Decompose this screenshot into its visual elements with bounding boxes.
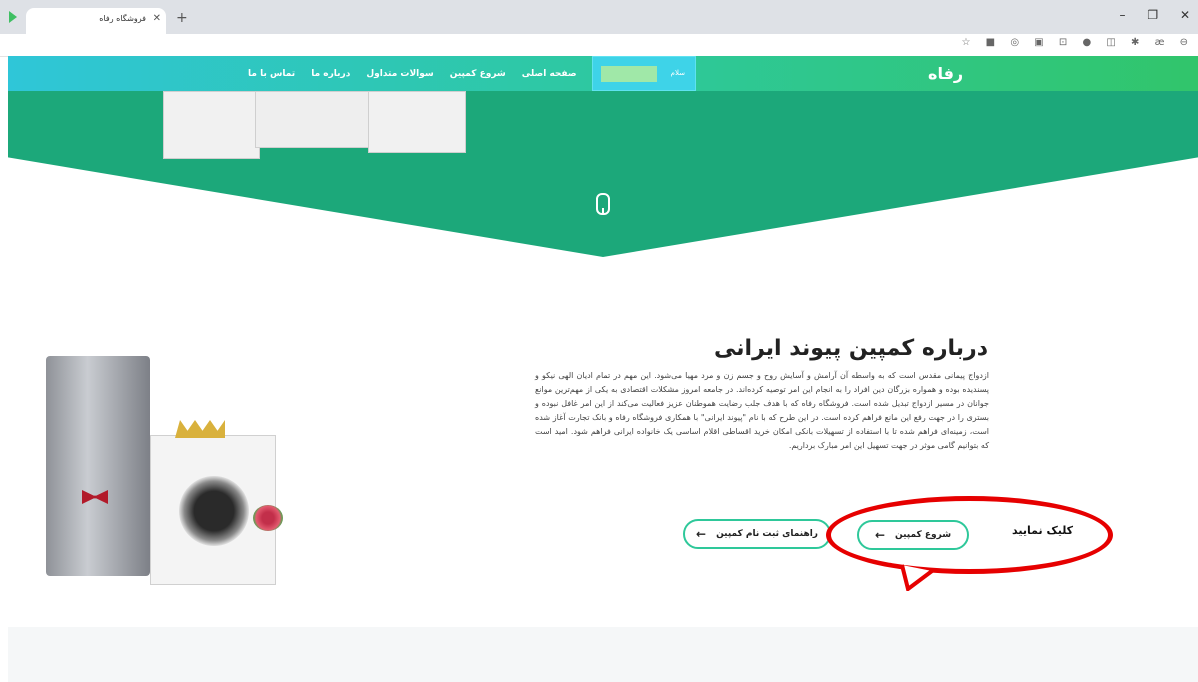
maximize-icon[interactable]: ❐	[1147, 8, 1158, 22]
annotation-label: کلیک نمایید	[1012, 524, 1074, 537]
site-navbar: صفحه اصلی شروع کمپین سوالات متداول دربار…	[8, 56, 1198, 91]
nav-link-about[interactable]: درباره ما	[311, 69, 350, 79]
registration-guide-button[interactable]: راهنمای ثبت نام کمپین ←	[683, 519, 831, 549]
arrow-left-icon: ←	[696, 527, 707, 541]
crown-decoration	[175, 420, 225, 438]
new-tab-button[interactable]: +	[176, 10, 188, 26]
bookmark-star-icon[interactable]: ☆	[962, 37, 973, 48]
extension-icon[interactable]: ▣	[1034, 37, 1045, 48]
extension-icon[interactable]: ⊡	[1059, 37, 1069, 48]
close-icon[interactable]: ✕	[1180, 8, 1190, 22]
flower-bouquet-decoration	[253, 505, 283, 531]
address-bar: ☆ ■ ◎ ▣ ⊡ ● ◫ ✱ æ ⊖	[0, 34, 1198, 57]
tab-close-icon[interactable]: ✕	[153, 13, 161, 24]
nav-link-faq[interactable]: سوالات متداول	[366, 69, 433, 79]
nav-link-home[interactable]: صفحه اصلی	[522, 69, 577, 79]
minimize-icon[interactable]: –	[1120, 8, 1126, 22]
nav-links: صفحه اصلی شروع کمپین سوالات متداول دربار…	[248, 56, 577, 91]
window-controls: – ❐ ✕	[1102, 8, 1190, 22]
extension-toolbar: ☆ ■ ◎ ▣ ⊡ ● ◫ ✱ æ ⊖	[954, 37, 1190, 48]
extension-icon[interactable]: ■	[986, 37, 997, 48]
profile-icon[interactable]: ⊖	[1180, 37, 1190, 48]
hero-appliances-image	[163, 91, 466, 159]
nav-link-contact[interactable]: تماس با ما	[248, 69, 295, 79]
about-title: درباره کمپین پیوند ایرانی	[714, 336, 988, 361]
user-greeting: سلام	[670, 69, 685, 77]
extension-icon[interactable]: æ	[1155, 37, 1167, 48]
user-menu[interactable]: سلام	[592, 56, 696, 91]
extension-icon[interactable]: ●	[1082, 37, 1093, 48]
washer-door	[179, 476, 249, 546]
nav-link-start-campaign[interactable]: شروع کمپین	[450, 69, 506, 79]
hero-vacuum	[255, 91, 377, 148]
site-logo[interactable]: رفاه	[928, 64, 963, 83]
tab-title: فروشگاه رفاه	[99, 14, 146, 23]
hero-dishwasher	[368, 91, 466, 153]
footer-band	[8, 627, 1198, 682]
annotation-callout-tail	[900, 564, 934, 591]
refrigerator-image	[46, 356, 150, 576]
extension-icon[interactable]: ◫	[1106, 37, 1117, 48]
registration-guide-label: راهنمای ثبت نام کمپین	[716, 529, 818, 539]
about-description: ازدواج پیمانی مقدس است که به واسطه آن آر…	[535, 371, 989, 450]
hero-washer	[163, 91, 260, 159]
scroll-mouse-icon[interactable]	[596, 193, 610, 215]
extension-icon[interactable]: ✱	[1131, 37, 1141, 48]
extension-icon[interactable]: ◎	[1010, 37, 1021, 48]
user-name-redacted	[601, 66, 657, 82]
browser-tab[interactable]: ✕ فروشگاه رفاه	[26, 8, 166, 34]
app-icon	[9, 11, 17, 23]
